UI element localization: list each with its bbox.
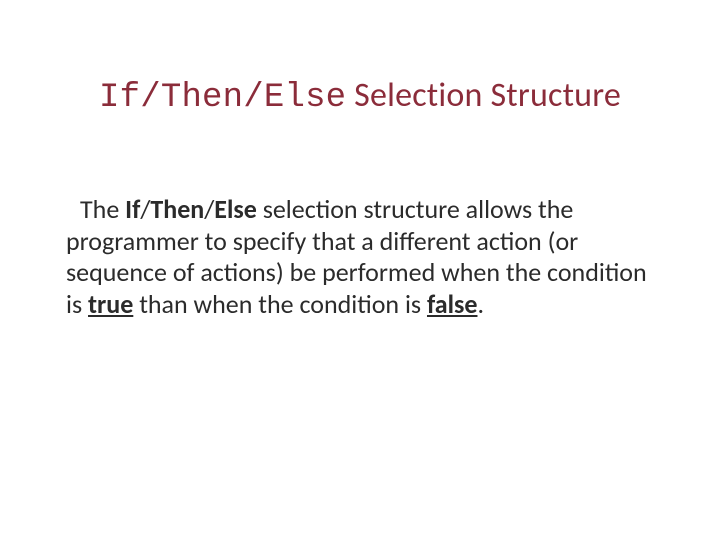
keyword-then: Then	[150, 193, 204, 225]
slide: If/Then/Else Selection Structure The If/…	[0, 0, 720, 540]
body-paragraph: The If/Then/Else selection structure all…	[66, 194, 666, 321]
sep-1: /	[140, 193, 150, 225]
title-area: If/Then/Else Selection Structure	[0, 76, 720, 118]
body-text-0: The	[80, 193, 125, 225]
body-text-3: .	[477, 288, 484, 320]
word-false: false	[427, 288, 478, 320]
word-true: true	[88, 288, 133, 320]
body-area: The If/Then/Else selection structure all…	[66, 168, 666, 347]
title-rest-part: Selection Structure	[346, 75, 621, 116]
title-mono-part: If/Then/Else	[99, 79, 346, 117]
sep-2: /	[204, 193, 214, 225]
keyword-if: If	[125, 193, 140, 225]
keyword-else: Else	[214, 193, 257, 225]
body-text-2: than when the condition is	[133, 288, 427, 320]
slide-title: If/Then/Else Selection Structure	[0, 76, 720, 118]
